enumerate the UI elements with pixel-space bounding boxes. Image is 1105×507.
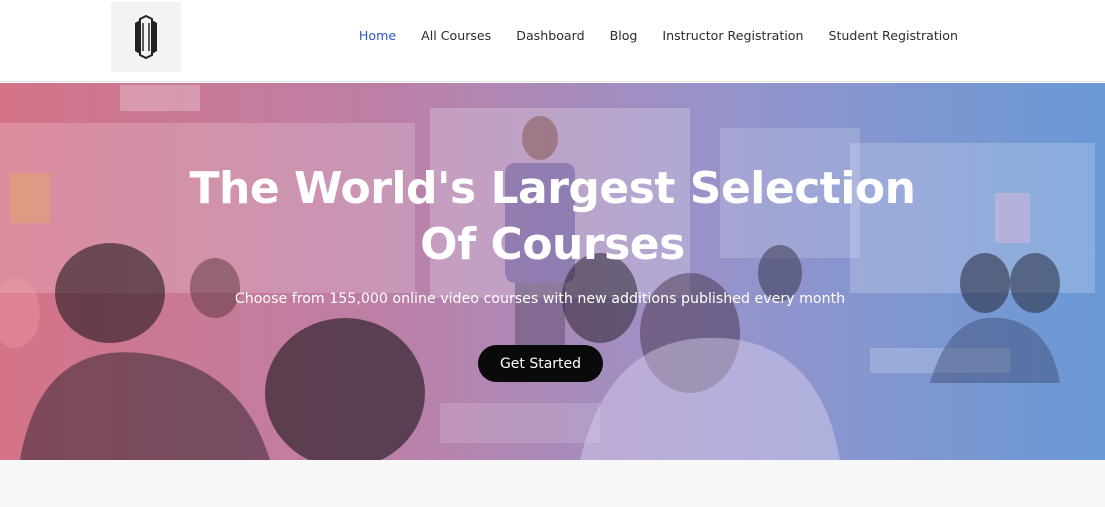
nav-instructor-registration[interactable]: Instructor Registration xyxy=(662,27,803,45)
brand-logo-icon xyxy=(135,15,157,59)
nav-home[interactable]: Home xyxy=(359,27,396,45)
brand-logo[interactable] xyxy=(111,2,181,72)
site-header: Home All Courses Dashboard Blog Instruct… xyxy=(0,0,1105,82)
hero-title: The World's Largest Selection Of Courses xyxy=(189,163,916,270)
main-nav: Home All Courses Dashboard Blog Instruct… xyxy=(359,27,958,45)
nav-dashboard[interactable]: Dashboard xyxy=(516,27,584,45)
nav-blog[interactable]: Blog xyxy=(610,27,638,45)
next-section xyxy=(0,460,1105,507)
hero-subtitle: Choose from 155,000 online video courses… xyxy=(234,291,846,307)
nav-student-registration[interactable]: Student Registration xyxy=(828,27,958,45)
hero-banner: The World's Largest Selection Of Courses… xyxy=(0,83,1105,460)
get-started-button[interactable]: Get Started xyxy=(478,345,603,382)
nav-all-courses[interactable]: All Courses xyxy=(421,27,491,45)
